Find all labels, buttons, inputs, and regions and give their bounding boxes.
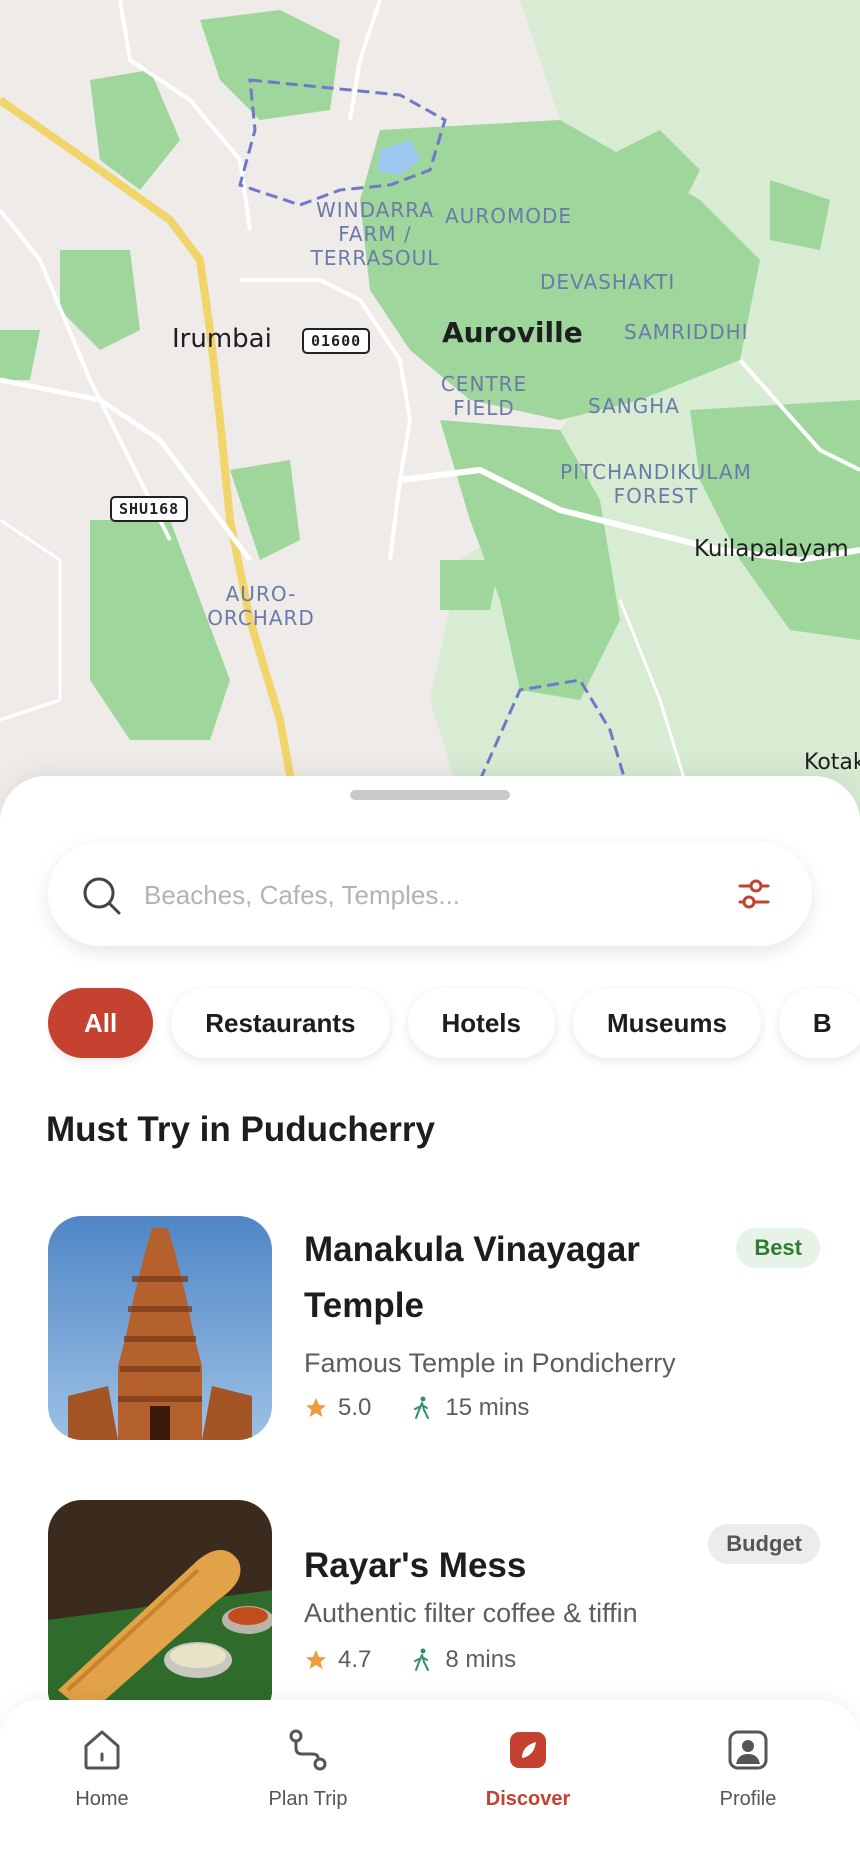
place-card[interactable]: Rayar's Mess Authentic filter coffee & t… xyxy=(48,1500,820,1730)
card-subtitle: Famous Temple in Pondicherry xyxy=(304,1348,676,1378)
route-icon xyxy=(289,1729,327,1771)
star-icon xyxy=(306,1398,326,1417)
chip-partial[interactable]: B xyxy=(778,988,860,1058)
map-label-sangha: SANGHA xyxy=(588,394,680,418)
nav-home-label: Home xyxy=(75,1788,129,1810)
home-icon xyxy=(84,1730,120,1770)
card-title: Rayar's Mess xyxy=(304,1546,527,1585)
walk-icon xyxy=(414,1648,430,1671)
chip-museums[interactable]: Museums xyxy=(572,988,761,1058)
search-icon xyxy=(83,877,121,915)
rating-value: 4.7 xyxy=(338,1646,372,1673)
road-badge-shu168: SHU168 xyxy=(110,496,189,522)
nav-discover-label: Discover xyxy=(485,1788,571,1810)
walk-time: 15 mins xyxy=(445,1394,530,1421)
map-place-irumbai: Irumbai xyxy=(172,324,272,354)
sheet-drag-handle[interactable] xyxy=(350,790,510,800)
status-badge: Budget xyxy=(708,1524,820,1564)
map-place-auroville: Auroville xyxy=(442,316,583,349)
profile-icon xyxy=(728,1730,768,1770)
nav-plan-trip-label: Plan Trip xyxy=(268,1788,348,1810)
nav-profile-label: Profile xyxy=(719,1788,777,1810)
chip-hotels[interactable]: Hotels xyxy=(407,988,555,1058)
map-label-auromode: AUROMODE xyxy=(445,204,572,228)
nav-discover[interactable]: Discover xyxy=(448,1726,608,1811)
walk-icon xyxy=(414,1396,430,1419)
map-view[interactable]: WINDARRA FARM / TERRASOUL AUROMODE DEVAS… xyxy=(0,0,860,830)
rating-value: 5.0 xyxy=(338,1394,372,1421)
map-place-kotak: Kotak xyxy=(804,750,860,775)
map-place-kuilapalayam: Kuilapalayam xyxy=(694,536,849,562)
section-title: Must Try in Puducherry xyxy=(46,1110,435,1149)
map-label-samriddhi: SAMRIDDHI xyxy=(624,320,749,344)
bottom-nav: Home Plan Trip Discover Profile xyxy=(0,1700,860,1864)
search-bar[interactable] xyxy=(48,842,812,946)
chip-restaurants[interactable]: Restaurants xyxy=(171,988,390,1058)
card-title: Manakula Vinayagar Temple xyxy=(304,1230,640,1325)
nav-plan-trip[interactable]: Plan Trip xyxy=(228,1726,388,1811)
map-label-windarra: WINDARRA FARM / TERRASOUL xyxy=(310,198,440,270)
star-icon xyxy=(306,1650,326,1669)
status-badge: Best xyxy=(736,1228,820,1268)
card-meta: 5.0 15 mins xyxy=(304,1394,529,1422)
place-card[interactable]: Manakula Vinayagar Temple Famous Temple … xyxy=(48,1216,820,1446)
card-subtitle: Authentic filter coffee & tiffin xyxy=(304,1598,638,1628)
discover-icon xyxy=(510,1732,546,1768)
nav-home[interactable]: Home xyxy=(22,1726,182,1811)
category-chips: All Restaurants Hotels Museums B xyxy=(48,986,860,1066)
map-label-auro-orchard: AURO- ORCHARD xyxy=(207,582,315,630)
nav-profile[interactable]: Profile xyxy=(668,1726,828,1811)
map-canvas xyxy=(0,0,860,830)
search-input[interactable] xyxy=(142,870,706,920)
card-meta: 4.7 8 mins xyxy=(304,1646,516,1674)
dosa-image xyxy=(48,1500,272,1724)
walk-time: 8 mins xyxy=(445,1646,517,1673)
chip-all[interactable]: All xyxy=(48,988,154,1058)
filter-icon[interactable] xyxy=(736,876,772,912)
temple-image xyxy=(48,1216,272,1440)
map-label-centre-field: CENTRE FIELD xyxy=(440,372,528,420)
road-badge-01600: 01600 xyxy=(302,328,371,354)
map-label-pitchandikulam: PITCHANDIKULAM FOREST xyxy=(560,460,752,508)
map-label-devashakti: DEVASHAKTI xyxy=(540,270,676,294)
